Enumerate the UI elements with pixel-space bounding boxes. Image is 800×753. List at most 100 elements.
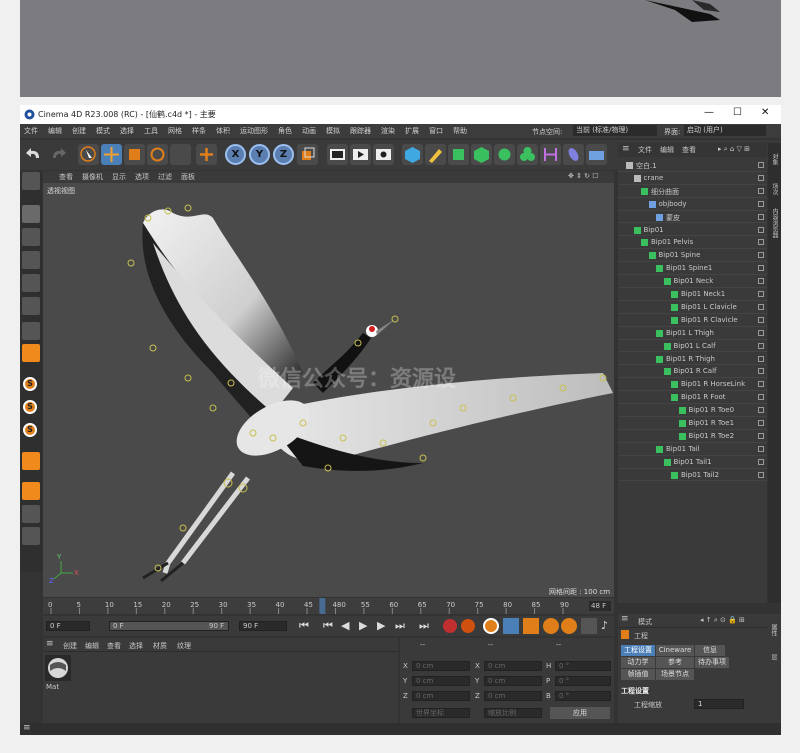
object-menu-file[interactable]: 文件	[638, 145, 652, 155]
redo-icon[interactable]	[47, 144, 68, 165]
menu-animate[interactable]: 动画	[302, 126, 316, 136]
snap-icon[interactable]: S	[23, 377, 37, 391]
coord-scale-select[interactable]: 缩放比例	[484, 708, 542, 718]
object-row[interactable]: objbody	[618, 198, 767, 211]
end-frame-field[interactable]: 90 F	[239, 621, 287, 631]
visibility-toggle[interactable]	[758, 316, 764, 323]
material-menu-texture[interactable]: 纹理	[177, 641, 191, 651]
previous-frame-icon[interactable]: ◀	[341, 619, 349, 632]
visibility-toggle[interactable]	[758, 407, 764, 414]
viewport-menu-options[interactable]: 选项	[135, 172, 149, 182]
key-pla-icon[interactable]	[581, 618, 597, 634]
menu-edit[interactable]: 编辑	[48, 126, 62, 136]
lock-workplane-icon[interactable]	[22, 505, 40, 523]
key-selection-icon[interactable]	[483, 618, 499, 634]
visibility-toggle[interactable]	[758, 239, 764, 246]
select-tool-icon[interactable]	[78, 144, 99, 165]
next-key-icon[interactable]: ⏭	[395, 619, 405, 633]
viewport-menu-display[interactable]: 显示	[112, 172, 126, 182]
go-to-start-icon[interactable]: ⏮	[299, 619, 309, 633]
material-menu-create[interactable]: 创建	[63, 641, 77, 651]
menu-window[interactable]: 窗口	[429, 126, 443, 136]
coord-rot-h-field[interactable]: 0 °	[555, 661, 611, 671]
object-row[interactable]: Bip01 L Calf	[618, 340, 767, 353]
coordinate-system-icon[interactable]	[297, 144, 318, 165]
object-row[interactable]: Bip01 R Toe2	[618, 430, 767, 443]
object-row[interactable]: Bip01 R Foot	[618, 391, 767, 405]
visibility-toggle[interactable]	[758, 265, 764, 272]
tab-dynamics[interactable]: 动力学	[621, 657, 655, 668]
project-scale-field[interactable]: 1	[694, 699, 744, 709]
object-row[interactable]: crane	[618, 172, 767, 185]
make-editable-icon[interactable]	[22, 172, 40, 190]
sound-icon[interactable]: ♪	[601, 619, 608, 632]
visibility-toggle[interactable]	[758, 200, 764, 207]
pen-spline-icon[interactable]	[425, 144, 446, 165]
array-generator-icon[interactable]	[471, 144, 492, 165]
visibility-toggle[interactable]	[758, 381, 764, 388]
y-axis-lock-icon[interactable]: Y	[249, 144, 270, 165]
node-space-select[interactable]: 当前 (标准/物理)	[573, 125, 657, 136]
coord-rot-p-field[interactable]: 0 °	[555, 676, 611, 686]
coord-pos-z-field[interactable]: 0 cm	[412, 691, 470, 701]
snap-settings-icon[interactable]: S	[23, 400, 37, 414]
menu-mesh[interactable]: 网格	[168, 126, 182, 136]
texture-mode-icon[interactable]	[22, 228, 40, 246]
play-icon[interactable]: ▶	[359, 619, 367, 632]
attr-nav-icons[interactable]: ◂ ↑ ⌕ ⊙ 🔒 ⊞	[700, 616, 745, 625]
tab-info[interactable]: 信息	[695, 645, 725, 656]
material-menu-edit[interactable]: 编辑	[85, 641, 99, 651]
model-mode-icon[interactable]	[22, 205, 40, 223]
playhead[interactable]	[319, 598, 326, 614]
viewport-nav-icons[interactable]: ✥ ⇕ ↻ ☐	[568, 172, 599, 180]
object-row[interactable]: Bip01 Tail2	[618, 469, 767, 482]
points-mode-icon[interactable]	[22, 251, 40, 269]
key-position-icon[interactable]	[503, 618, 519, 634]
visibility-toggle[interactable]	[758, 445, 764, 452]
visibility-toggle[interactable]	[758, 174, 764, 181]
menu-simulate[interactable]: 模拟	[326, 126, 340, 136]
floor-environment-icon[interactable]	[586, 144, 607, 165]
viewport-menu-camera[interactable]: 摄像机	[82, 172, 103, 182]
menu-file[interactable]: 文件	[24, 126, 38, 136]
object-row[interactable]: Bip01 R Thigh	[618, 353, 767, 366]
rotate-tool-icon[interactable]	[147, 144, 168, 165]
object-row[interactable]: Bip01 Neck	[618, 275, 767, 288]
visibility-toggle[interactable]	[758, 458, 764, 465]
timeline-ruler[interactable]: 0 5 10 15 20 25 30 35 40 45 480 55 60 65 70 75 80 85 90 48…	[43, 598, 614, 614]
visibility-toggle[interactable]	[758, 252, 764, 259]
menu-create[interactable]: 创建	[72, 126, 86, 136]
visibility-toggle[interactable]	[758, 355, 764, 362]
visibility-toggle[interactable]	[758, 278, 764, 285]
move-tool-icon[interactable]	[101, 144, 122, 165]
object-row[interactable]: Bip01 Spine	[618, 249, 767, 263]
field-icon[interactable]	[563, 144, 584, 165]
visibility-toggle[interactable]	[758, 187, 764, 194]
close-icon[interactable]: ✕	[761, 107, 769, 118]
material-menu-view[interactable]: 查看	[107, 641, 121, 651]
visibility-toggle[interactable]	[758, 162, 764, 168]
menu-mograph[interactable]: 运动图形	[240, 126, 268, 136]
tab-reference[interactable]: 参考	[656, 657, 694, 668]
menu-help[interactable]: 帮助	[453, 126, 467, 136]
side-tab-content-browser[interactable]: 内容浏览器	[770, 208, 779, 238]
visibility-toggle[interactable]	[758, 471, 764, 478]
tab-cineware[interactable]: Cineware	[656, 645, 694, 656]
add-tool-icon[interactable]	[196, 144, 217, 165]
magnet-icon[interactable]	[22, 452, 40, 470]
object-row[interactable]: Bip01 Neck1	[618, 288, 767, 301]
menu-tracker[interactable]: 跟踪器	[350, 126, 371, 136]
minimize-icon[interactable]: —	[704, 107, 714, 118]
cube-object-icon[interactable]	[402, 144, 423, 165]
menu-character[interactable]: 角色	[278, 126, 292, 136]
go-to-end-icon[interactable]: ⏭	[419, 619, 429, 633]
object-row[interactable]: 细分曲面	[618, 185, 767, 198]
menu-extensions[interactable]: 扩展	[405, 126, 419, 136]
next-frame-icon[interactable]: ▶	[377, 619, 385, 632]
start-frame-field[interactable]: 0 F	[46, 621, 90, 631]
tab-scene-nodes[interactable]: 场景节点	[656, 669, 694, 680]
edges-mode-icon[interactable]	[22, 274, 40, 292]
visibility-toggle[interactable]	[758, 213, 764, 220]
object-row[interactable]: Bip01 R Toe0	[618, 404, 767, 417]
coord-pos-y-field[interactable]: 0 cm	[412, 676, 470, 686]
